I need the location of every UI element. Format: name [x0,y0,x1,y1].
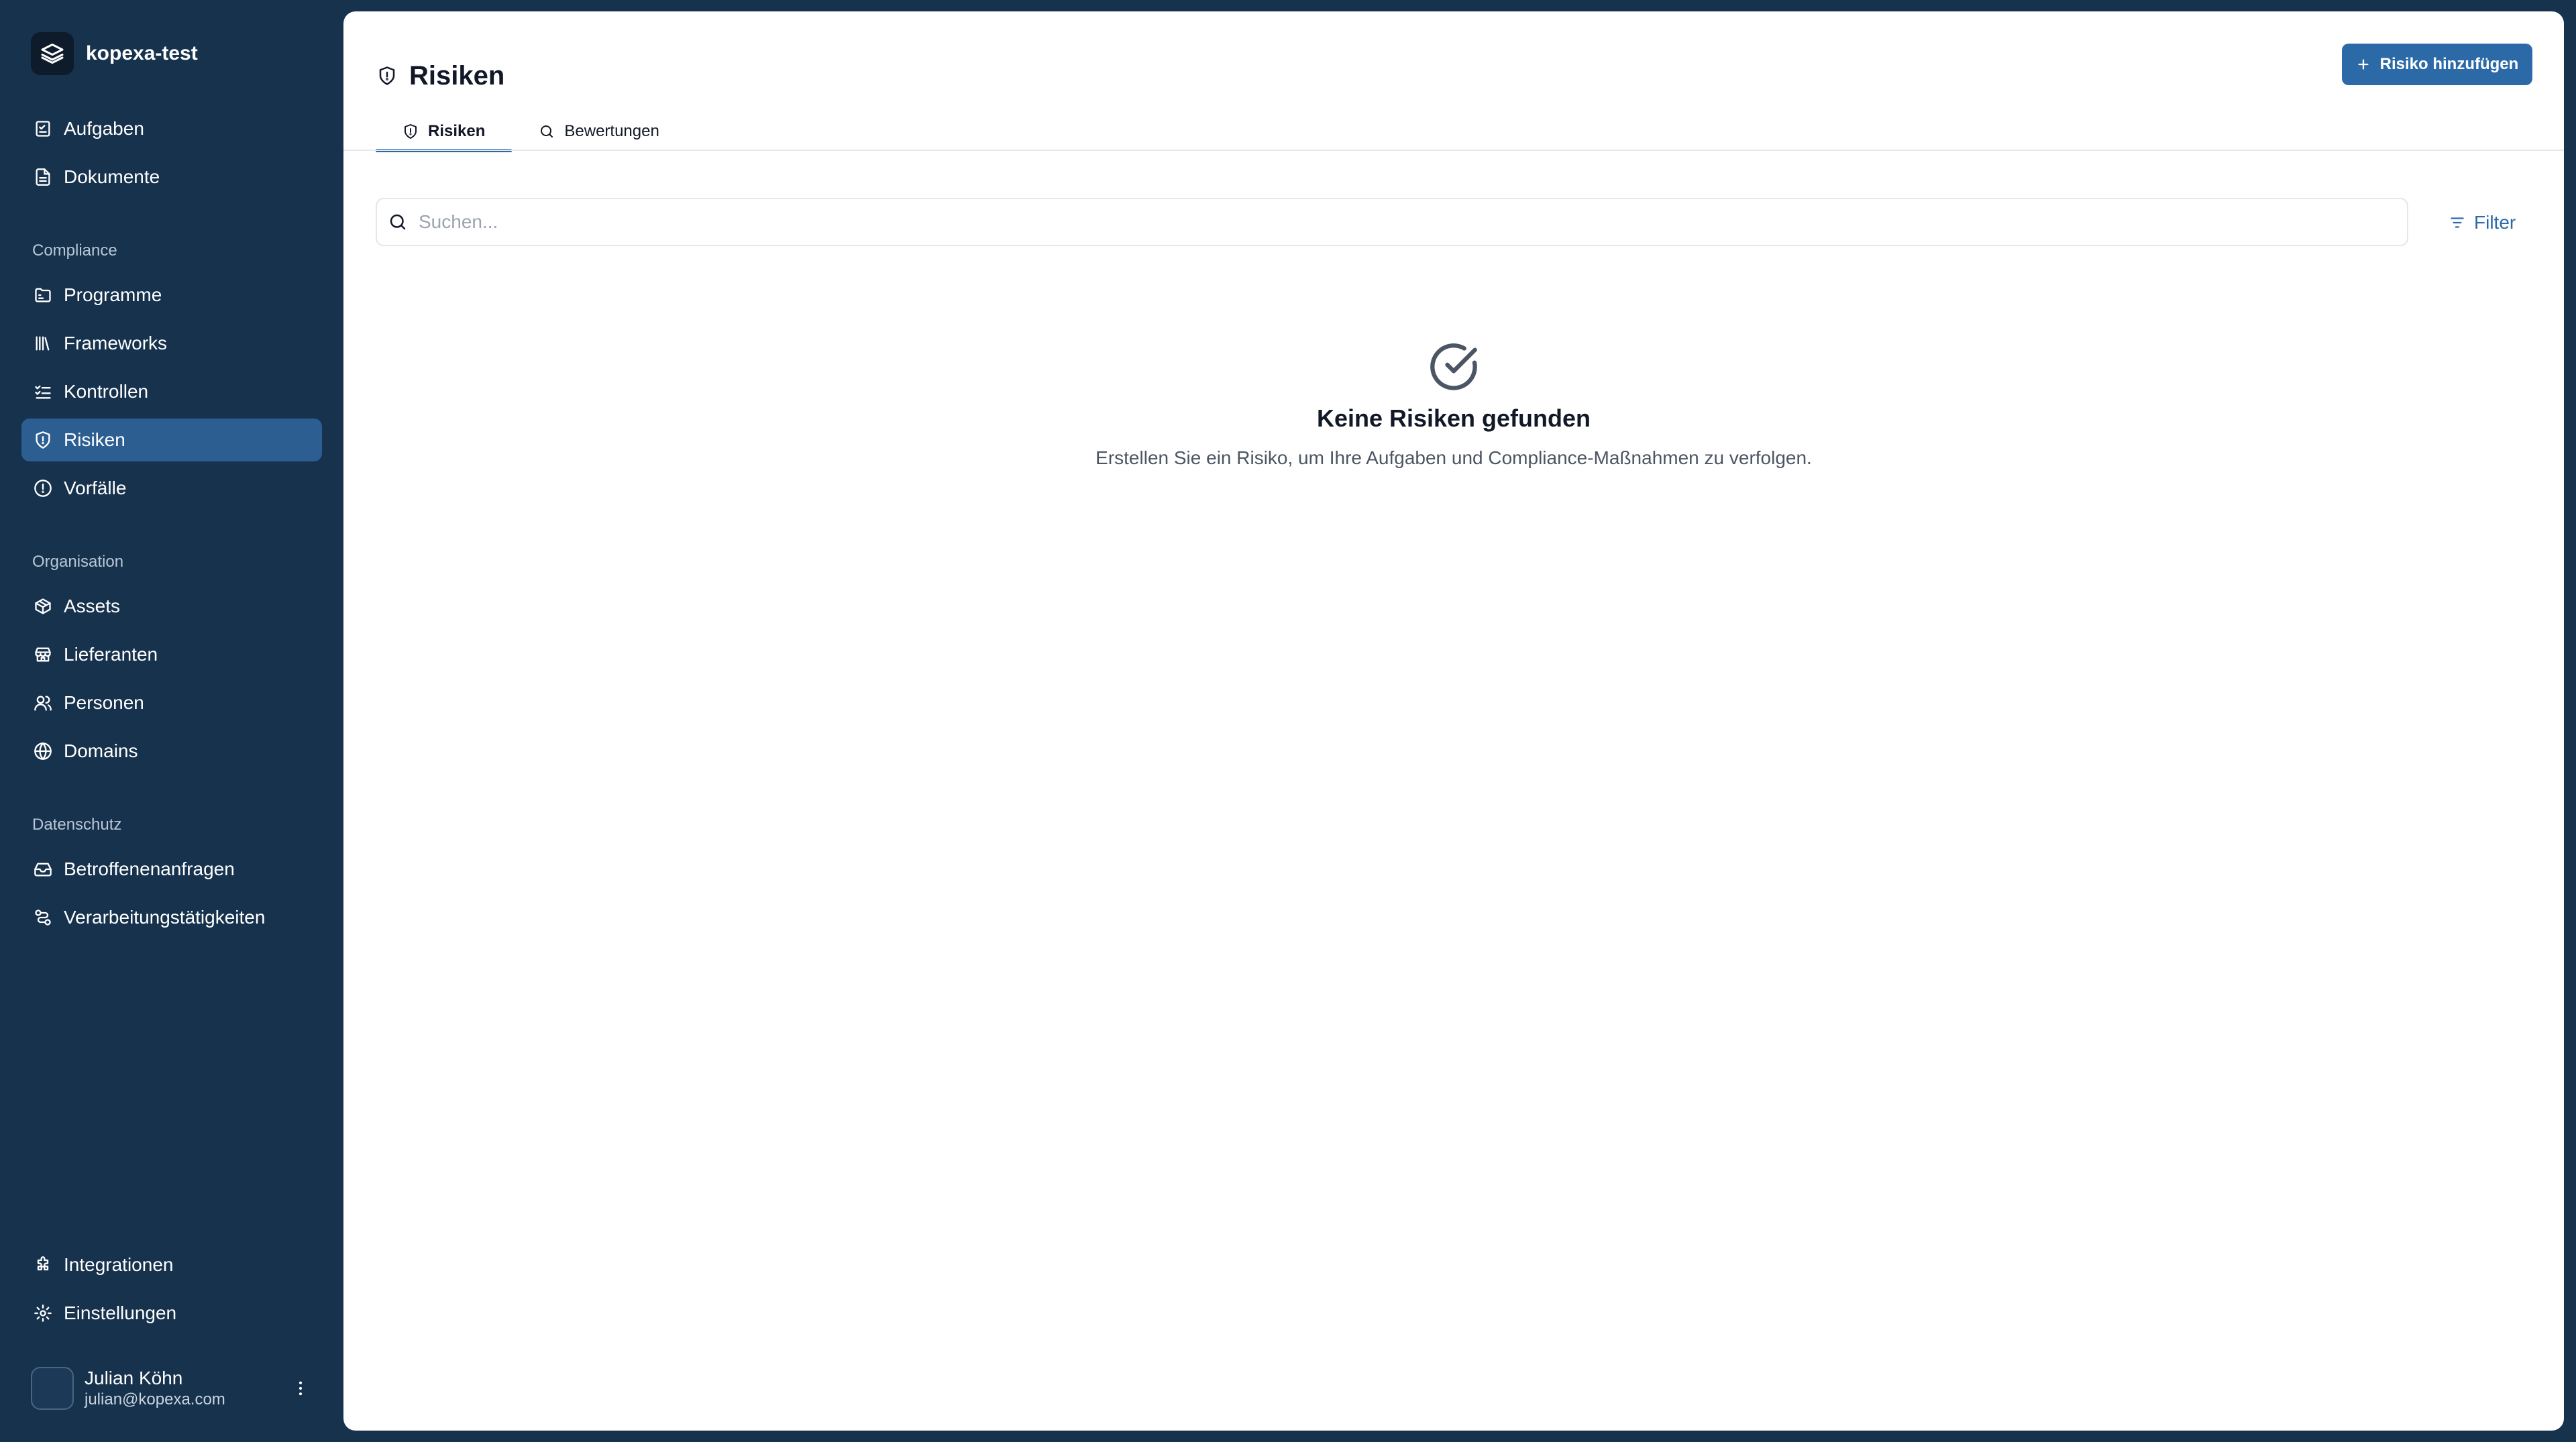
sidebar-item-label: Integrationen [64,1254,174,1275]
shield-icon [32,429,54,451]
empty-state: Keine Risiken gefunden Erstellen Sie ein… [343,341,2564,469]
workspace-switcher[interactable]: kopexa-test [31,31,198,76]
sidebar-item-label: Personen [64,692,144,713]
main-panel: Risiken Risiko hinzufügen Risiken Bewert… [343,11,2564,1431]
filter-label: Filter [2474,212,2516,233]
more-vertical-icon[interactable] [287,1375,314,1402]
puzzle-icon [32,1254,54,1276]
sidebar-item-label: Frameworks [64,333,168,353]
plus-icon [2356,57,2371,72]
search-icon [388,212,408,232]
sidebar-item-betroffenenanfragen[interactable]: Betroffenenanfragen [21,848,322,891]
sidebar-item-risiken[interactable]: Risiken [21,419,322,461]
shield-icon [377,66,397,86]
sidebar-item-label: Dokumente [64,166,160,187]
sidebar-item-label: Lieferanten [64,644,158,665]
filter-button[interactable]: Filter [2442,206,2522,239]
route-icon [32,907,54,928]
check-circle-icon [343,341,2564,392]
add-risk-label: Risiko hinzufügen [2379,55,2519,73]
empty-state-title: Keine Risiken gefunden [1316,404,1591,432]
sidebar-item-kontrollen[interactable]: Kontrollen [21,370,322,413]
sidebar-item-lieferanten[interactable]: Lieferanten [21,633,322,676]
sidebar-item-assets[interactable]: Assets [21,585,322,628]
tabs-divider [343,150,2564,151]
empty-state-description: Erstellen Sie ein Risiko, um Ihre Aufgab… [1095,447,1812,468]
sidebar-item-einstellungen[interactable]: Einstellungen [21,1292,322,1335]
search-input[interactable] [419,211,2364,233]
sidebar-item-domains[interactable]: Domains [21,730,322,773]
users-icon [32,692,54,714]
add-risk-button[interactable]: Risiko hinzufügen [2342,44,2532,85]
sidebar-item-programme[interactable]: Programme [21,274,322,317]
tab-bewertungen[interactable]: Bewertungen [512,112,686,151]
gear-icon [32,1302,54,1324]
layers-icon [31,32,74,75]
sidebar-item-integrationen[interactable]: Integrationen [21,1243,322,1286]
workspace-name: kopexa-test [86,42,198,64]
sidebar-item-verarbeitungstaetigkeiten[interactable]: Verarbeitungstätigkeiten [21,896,322,939]
user-profile[interactable]: Julian Köhn julian@kopexa.com [31,1364,319,1412]
folder-icon [32,284,54,306]
sidebar-item-aufgaben[interactable]: Aufgaben [21,107,322,150]
filter-icon [2449,214,2466,231]
inbox-icon [32,858,54,880]
sidebar-item-dokumente[interactable]: Dokumente [21,156,322,199]
sidebar-item-label: Assets [64,596,121,616]
avatar [31,1367,74,1410]
sidebar-item-label: Domains [64,740,138,761]
package-icon [32,596,54,617]
sidebar-item-label: Betroffenenanfragen [64,858,235,879]
page-header: Risiken [377,46,504,105]
checklist-icon [32,381,54,402]
tab-risiken[interactable]: Risiken [376,112,513,152]
sidebar-item-label: Kontrollen [64,381,149,402]
sidebar-item-frameworks[interactable]: Frameworks [21,322,322,365]
sidebar-item-label: Programme [64,284,162,305]
user-name: Julian Köhn [85,1368,183,1388]
user-email: julian@kopexa.com [85,1390,225,1408]
search-icon [539,123,555,140]
search-field[interactable] [376,198,2408,246]
sidebar-item-personen[interactable]: Personen [21,681,322,724]
section-label-organisation: Organisation [32,553,124,571]
sidebar-item-label: Einstellungen [64,1302,177,1323]
document-icon [32,166,54,188]
tab-label: Bewertungen [564,122,659,140]
shield-icon [402,123,419,140]
tasks-icon [32,118,54,140]
sidebar: kopexa-test Aufgaben Dokumente Complianc… [0,0,343,1442]
sidebar-item-label: Risiken [64,429,125,450]
tab-label: Risiken [428,122,486,140]
library-icon [32,333,54,354]
store-icon [32,644,54,665]
tab-bar: Risiken Bewertungen [376,112,686,152]
sidebar-item-label: Verarbeitungstätigkeiten [64,907,266,928]
alert-circle-icon [32,478,54,499]
sidebar-item-vorfaelle[interactable]: Vorfälle [21,467,322,510]
sidebar-item-label: Vorfälle [64,478,127,498]
sidebar-item-label: Aufgaben [64,118,144,139]
section-label-datenschutz: Datenschutz [32,816,122,834]
section-label-compliance: Compliance [32,241,117,260]
page-title: Risiken [409,60,505,91]
globe-icon [32,740,54,762]
